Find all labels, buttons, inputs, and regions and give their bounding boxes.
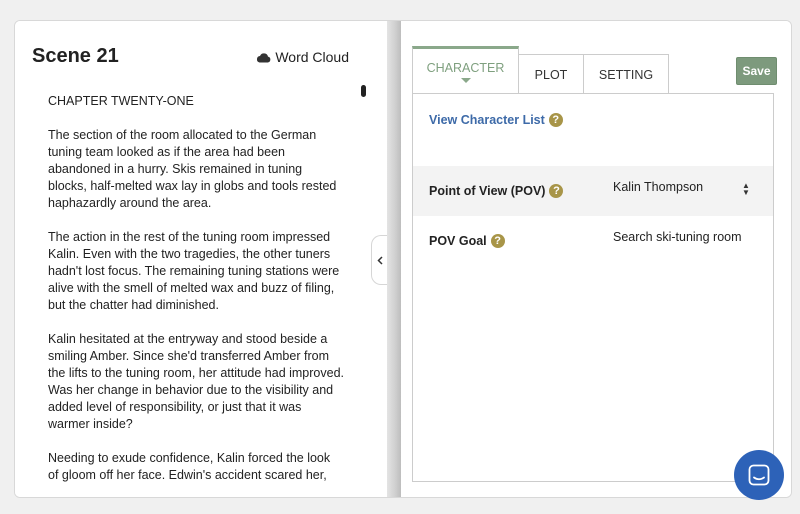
- tab-setting[interactable]: Setting: [584, 54, 669, 94]
- cloud-icon: [257, 52, 271, 62]
- pov-row: Point of View (POV) ? Kalin Thompson ▲ ▼: [413, 166, 773, 216]
- editor-window: Scene 21 Word Cloud CHAPTER TWENTY-ONE T…: [14, 20, 792, 498]
- pov-goal-label: POV Goal: [429, 234, 487, 248]
- chat-launcher-button[interactable]: [734, 450, 784, 500]
- chevron-left-icon: [376, 255, 383, 265]
- collapse-pane-button[interactable]: [371, 235, 387, 285]
- scene-title: Scene 21: [32, 45, 119, 67]
- select-arrows-icon[interactable]: ▲ ▼: [742, 182, 750, 197]
- view-character-list-link[interactable]: View Character List: [429, 113, 545, 127]
- tab-character-label: Character: [426, 60, 505, 75]
- tab-setting-label: Setting: [598, 67, 654, 82]
- chapter-heading: CHAPTER TWENTY-ONE: [48, 94, 194, 108]
- character-panel: View Character List ? Point of View (POV…: [412, 93, 774, 482]
- help-icon[interactable]: ?: [549, 184, 564, 198]
- pov-label-group: Point of View (POV) ?: [429, 184, 564, 198]
- paragraph: Kalin hesitated at the entryway and stoo…: [48, 332, 344, 431]
- manuscript-pane: Scene 21 Word Cloud CHAPTER TWENTY-ONE T…: [15, 21, 387, 497]
- pov-goal-row: POV Goal ? Search ski-tuning room: [413, 216, 773, 266]
- pov-label: Point of View (POV): [429, 184, 546, 198]
- view-character-list: View Character List ?: [429, 113, 563, 127]
- paragraph: Needing to exude confidence, Kalin force…: [48, 451, 331, 482]
- manuscript-text[interactable]: CHAPTER TWENTY-ONE The section of the ro…: [48, 91, 344, 483]
- save-button[interactable]: Save: [736, 57, 777, 85]
- word-cloud-label: Word Cloud: [275, 49, 349, 65]
- pane-divider[interactable]: [387, 21, 401, 497]
- help-icon[interactable]: ?: [548, 113, 563, 127]
- caret-down-icon: [460, 77, 471, 83]
- tab-bar: Character Plot Setting: [412, 46, 669, 94]
- paragraph: The section of the room allocated to the…: [48, 128, 337, 210]
- details-pane: Character Plot Setting Save View Charact…: [401, 21, 791, 497]
- tab-character[interactable]: Character: [412, 46, 519, 94]
- scrollbar-thumb[interactable]: [361, 85, 366, 97]
- pov-goal-label-group: POV Goal ?: [429, 234, 505, 248]
- word-cloud-button[interactable]: Word Cloud: [256, 49, 349, 65]
- tab-plot[interactable]: Plot: [519, 54, 584, 94]
- pov-select[interactable]: Kalin Thompson: [613, 180, 703, 194]
- chat-icon: [748, 464, 770, 486]
- help-icon[interactable]: ?: [490, 234, 505, 248]
- paragraph: The action in the rest of the tuning roo…: [48, 230, 340, 312]
- tab-plot-label: Plot: [534, 67, 568, 82]
- pov-goal-input[interactable]: Search ski-tuning room: [613, 230, 742, 244]
